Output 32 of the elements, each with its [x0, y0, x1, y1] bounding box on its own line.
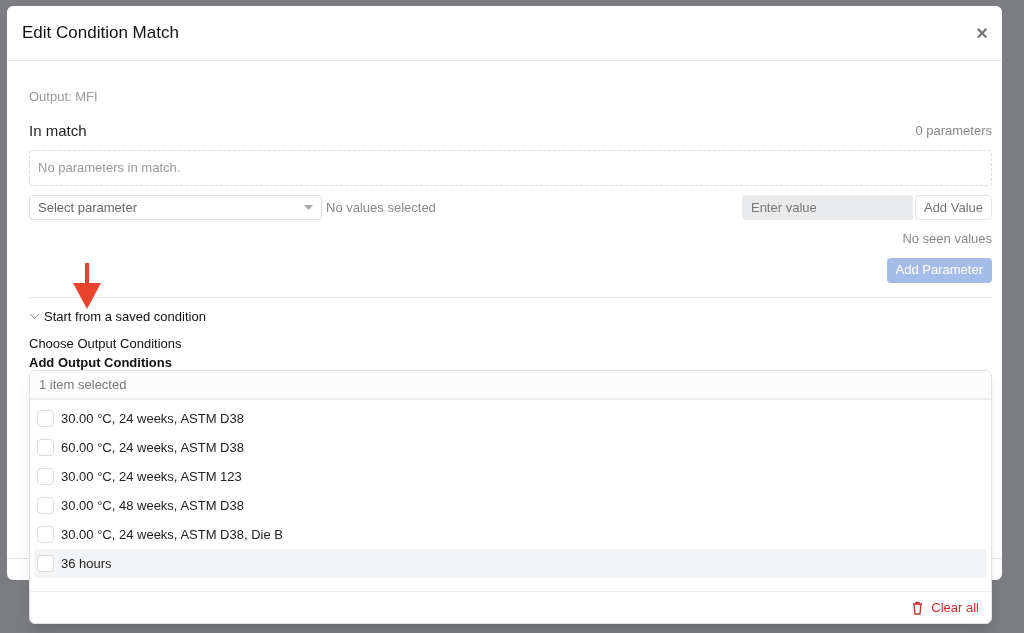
- add-value-button[interactable]: Add Value: [914, 195, 992, 220]
- add-conditions-label: Add Output Conditions: [29, 353, 173, 369]
- trash-icon: [912, 600, 924, 615]
- seen-values-text: No seen values: [902, 230, 992, 248]
- output-label: Output: MFI: [29, 88, 99, 106]
- condition-option[interactable]: 36 hours: [34, 549, 987, 578]
- checkbox[interactable]: [37, 439, 54, 456]
- checkbox[interactable]: [37, 555, 54, 572]
- clear-all-button[interactable]: Clear all: [912, 597, 979, 618]
- chevron-icon: [29, 313, 40, 320]
- condition-option[interactable]: 30.00 °C, 24 weeks, ASTM D38: [34, 404, 987, 433]
- condition-option[interactable]: 30.00 °C, 24 weeks, ASTM D38, Die B: [34, 520, 987, 549]
- condition-option[interactable]: 60.00 °C, 24 weeks, ASTM D38: [34, 433, 987, 462]
- caret-icon: [304, 205, 313, 210]
- close-button[interactable]: ×: [972, 23, 992, 43]
- parameter-count: 0 parameters: [915, 122, 992, 141]
- empty-match-box: No parameters in match.: [29, 150, 992, 186]
- parameter-select[interactable]: Select parameter: [29, 195, 322, 220]
- section-heading: In match: [29, 120, 87, 141]
- modal-title: Edit Condition Match: [22, 22, 179, 45]
- checkbox[interactable]: [37, 468, 54, 485]
- selection-summary: 1 item selected: [30, 371, 991, 400]
- checkbox[interactable]: [37, 526, 54, 543]
- arrow-annotation: [73, 263, 101, 309]
- checkbox[interactable]: [37, 497, 54, 514]
- condition-option[interactable]: 30.00 °C, 24 weeks, ASTM 123: [34, 462, 987, 491]
- value-input[interactable]: Enter value: [741, 195, 913, 220]
- choose-conditions-label: Choose Output Conditions: [29, 334, 183, 351]
- checkbox[interactable]: [37, 410, 54, 427]
- condition-option[interactable]: 30.00 °C, 48 weeks, ASTM D38: [34, 491, 987, 520]
- saved-condition-toggle[interactable]: Start from a saved condition: [29, 308, 206, 325]
- values-status: No values selected: [326, 198, 436, 217]
